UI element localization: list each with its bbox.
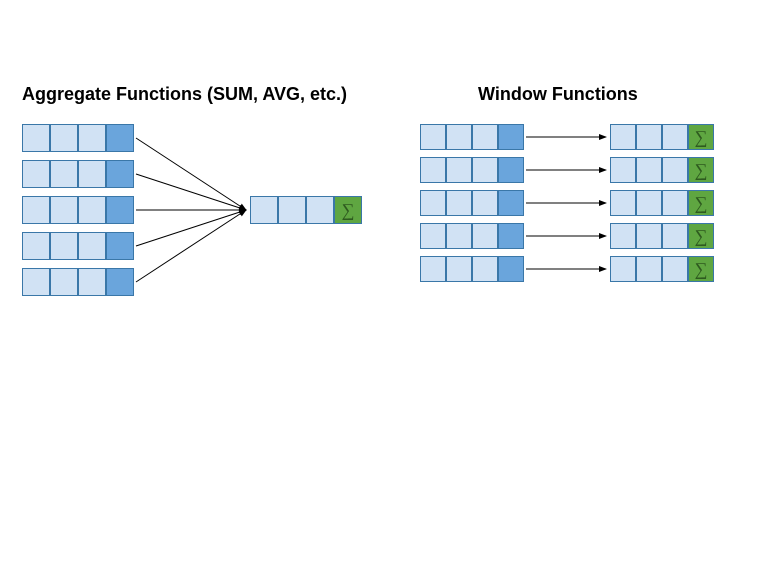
agg-src-row-cell-light [50, 196, 78, 224]
window-title: Window Functions [478, 84, 638, 105]
win-src-row-cell-mid [498, 223, 524, 249]
win-out-row-cell-light [610, 223, 636, 249]
win-src-row [420, 124, 524, 150]
win-out-row-cell-light [610, 256, 636, 282]
win-out-row-cell-light [610, 124, 636, 150]
win-src-row-cell-light [420, 223, 446, 249]
agg-out-row-cell-light [306, 196, 334, 224]
win-src-row-cell-mid [498, 157, 524, 183]
sigma-icon: ∑ [342, 200, 355, 221]
win-out-row-cell-light [610, 190, 636, 216]
win-out-row-cell-light [636, 124, 662, 150]
win-src-row-cell-light [446, 124, 472, 150]
agg-src-row-cell-light [78, 124, 106, 152]
win-src-row-cell-light [446, 157, 472, 183]
win-out-row-cell-light [636, 256, 662, 282]
win-src-row-cell-light [446, 256, 472, 282]
win-src-row-cell-mid [498, 256, 524, 282]
win-src-row-cell-mid [498, 190, 524, 216]
win-out-row-cell-light [662, 124, 688, 150]
win-src-row [420, 190, 524, 216]
win-src-row-cell-light [420, 157, 446, 183]
win-src-row [420, 157, 524, 183]
agg-src-row-cell-light [22, 196, 50, 224]
win-out-row-sigma-cell: ∑ [688, 124, 714, 150]
win-out-row-cell-light [636, 190, 662, 216]
win-src-row-cell-light [420, 124, 446, 150]
win-out-row: ∑ [610, 157, 714, 183]
win-src-row-cell-light [420, 256, 446, 282]
win-out-row-sigma-cell: ∑ [688, 223, 714, 249]
win-out-row-sigma-cell: ∑ [688, 190, 714, 216]
win-out-row-cell-light [610, 157, 636, 183]
win-src-row [420, 256, 524, 282]
agg-src-row-cell-light [78, 232, 106, 260]
win-out-row-cell-light [636, 223, 662, 249]
sigma-icon: ∑ [695, 259, 708, 280]
win-src-row-cell-light [472, 223, 498, 249]
agg-src-row-cell-light [78, 196, 106, 224]
agg-src-row-cell-light [22, 232, 50, 260]
agg-src-row-cell-mid [106, 232, 134, 260]
agg-arrow [136, 174, 246, 210]
win-out-row-sigma-cell: ∑ [688, 256, 714, 282]
agg-src-row [22, 232, 134, 260]
win-src-row-cell-light [446, 190, 472, 216]
agg-src-row-cell-light [78, 160, 106, 188]
win-out-row-cell-light [662, 223, 688, 249]
aggregate-title: Aggregate Functions (SUM, AVG, etc.) [22, 84, 347, 105]
agg-src-row-cell-light [78, 268, 106, 296]
agg-src-row-cell-light [50, 160, 78, 188]
win-out-row-cell-light [662, 157, 688, 183]
agg-src-row [22, 124, 134, 152]
win-src-row [420, 223, 524, 249]
win-out-row-cell-light [662, 256, 688, 282]
agg-arrow [136, 138, 246, 210]
agg-src-row-cell-light [22, 124, 50, 152]
agg-src-row [22, 268, 134, 296]
win-out-row-cell-light [662, 190, 688, 216]
win-src-row-cell-light [472, 256, 498, 282]
agg-src-row-cell-light [22, 160, 50, 188]
agg-src-row [22, 196, 134, 224]
sigma-icon: ∑ [695, 193, 708, 214]
sigma-icon: ∑ [695, 226, 708, 247]
agg-out-row: ∑ [250, 196, 362, 224]
agg-src-row-cell-light [50, 268, 78, 296]
sigma-icon: ∑ [695, 127, 708, 148]
win-src-row-cell-light [420, 190, 446, 216]
agg-src-row-cell-mid [106, 196, 134, 224]
agg-arrow [136, 210, 246, 246]
agg-out-row-cell-light [278, 196, 306, 224]
win-out-row-cell-light [636, 157, 662, 183]
agg-out-row-sigma-cell: ∑ [334, 196, 362, 224]
win-out-row: ∑ [610, 124, 714, 150]
agg-src-row-cell-light [50, 232, 78, 260]
agg-src-row-cell-mid [106, 160, 134, 188]
win-out-row: ∑ [610, 256, 714, 282]
win-src-row-cell-light [472, 124, 498, 150]
win-src-row-cell-mid [498, 124, 524, 150]
win-src-row-cell-light [472, 190, 498, 216]
agg-src-row-cell-mid [106, 268, 134, 296]
agg-src-row-cell-light [22, 268, 50, 296]
agg-src-row [22, 160, 134, 188]
agg-src-row-cell-light [50, 124, 78, 152]
agg-src-row-cell-mid [106, 124, 134, 152]
win-out-row: ∑ [610, 223, 714, 249]
sigma-icon: ∑ [695, 160, 708, 181]
agg-arrow [136, 210, 246, 282]
win-out-row: ∑ [610, 190, 714, 216]
win-out-row-sigma-cell: ∑ [688, 157, 714, 183]
win-src-row-cell-light [472, 157, 498, 183]
agg-out-row-cell-light [250, 196, 278, 224]
win-src-row-cell-light [446, 223, 472, 249]
